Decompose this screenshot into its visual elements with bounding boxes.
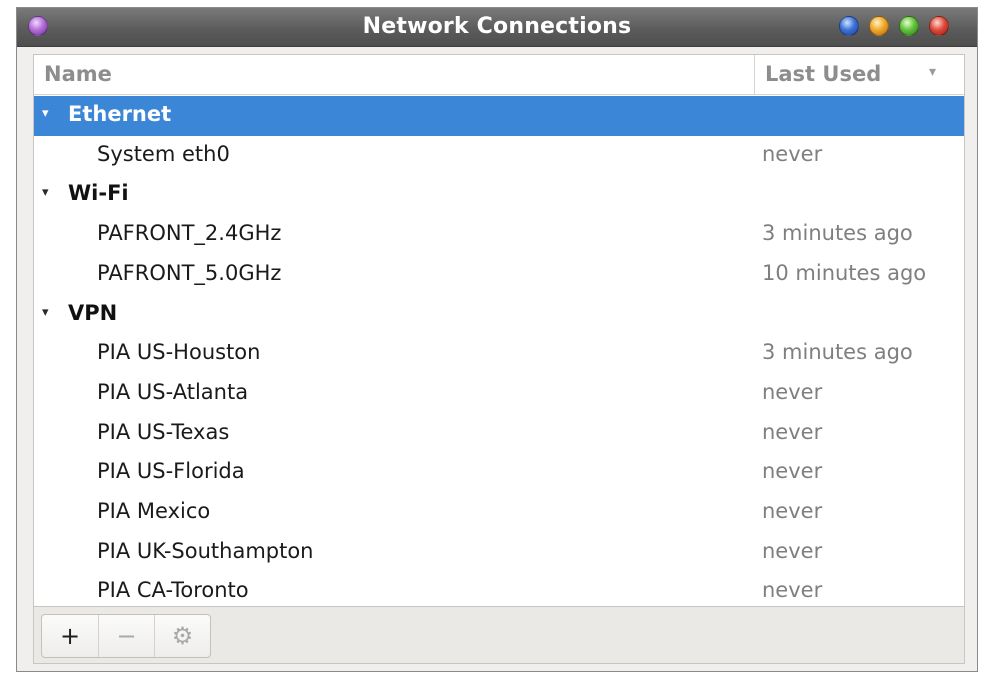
connection-name: PIA UK-Southampton xyxy=(97,538,314,563)
close-icon[interactable] xyxy=(929,16,949,36)
network-connections-window: Network Connections Name Last Used ▾ ▾ Et… xyxy=(16,7,978,672)
connection-name: PAFRONT_5.0GHz xyxy=(97,260,282,285)
expander-arrow-icon[interactable]: ▾ xyxy=(42,185,49,200)
expander-arrow-icon[interactable]: ▾ xyxy=(42,305,49,320)
connection-last-used: 3 minutes ago xyxy=(762,221,913,246)
connection-row[interactable]: PAFRONT_2.4GHz 3 minutes ago xyxy=(34,215,964,255)
minimize-icon[interactable] xyxy=(839,16,859,36)
connection-last-used: never xyxy=(762,419,823,444)
connection-row[interactable]: PIA Mexico never xyxy=(34,493,964,533)
connection-name: PIA US-Texas xyxy=(97,419,230,444)
connection-row[interactable]: PAFRONT_5.0GHz 10 minutes ago xyxy=(34,255,964,295)
connection-name: PAFRONT_2.4GHz xyxy=(97,221,282,246)
connection-row[interactable]: PIA US-Houston 3 minutes ago xyxy=(34,334,964,374)
connection-row[interactable]: PIA CA-Toronto never xyxy=(34,572,964,606)
group-label: Ethernet xyxy=(68,102,172,126)
connection-row[interactable]: PIA UK-Southampton never xyxy=(34,533,964,573)
group-row-wi-fi[interactable]: ▾ Wi-Fi xyxy=(34,175,964,215)
connection-name: System eth0 xyxy=(97,141,230,166)
sort-arrow-icon[interactable]: ▾ xyxy=(929,64,936,80)
connection-name: PIA US-Atlanta xyxy=(97,379,249,404)
connection-row[interactable]: PIA US-Texas never xyxy=(34,414,964,454)
window-title: Network Connections xyxy=(362,14,632,39)
connection-last-used: never xyxy=(762,578,823,603)
connection-last-used: 3 minutes ago xyxy=(762,340,913,365)
connection-name: PIA US-Florida xyxy=(97,459,245,484)
toolbar-button-group: + − ⚙ xyxy=(41,614,211,658)
connection-last-used: never xyxy=(762,379,823,404)
maximize-icon[interactable] xyxy=(899,16,919,36)
column-divider[interactable] xyxy=(754,55,755,94)
connection-row[interactable]: System eth0 never xyxy=(34,136,964,176)
group-row-ethernet[interactable]: ▾ Ethernet xyxy=(34,96,964,136)
group-label: VPN xyxy=(68,300,118,325)
connection-name: PIA Mexico xyxy=(97,499,211,523)
connection-row[interactable]: PIA US-Florida never xyxy=(34,453,964,493)
connection-last-used: never xyxy=(762,538,823,563)
group-row-vpn[interactable]: ▾ VPN xyxy=(34,295,964,335)
title-bar[interactable]: Network Connections xyxy=(17,8,977,47)
edit-connection-gear-icon[interactable]: ⚙ xyxy=(154,615,210,657)
shade-icon[interactable] xyxy=(869,16,889,36)
remove-connection-button[interactable]: − xyxy=(98,615,154,657)
group-label: Wi-Fi xyxy=(68,181,129,206)
list-header: Name Last Used ▾ xyxy=(34,55,964,95)
add-connection-button[interactable]: + xyxy=(42,615,98,657)
connection-name: PIA US-Houston xyxy=(97,340,261,365)
bottom-toolbar: + − ⚙ xyxy=(33,606,965,664)
expander-arrow-icon[interactable]: ▾ xyxy=(42,106,49,121)
connection-last-used: 10 minutes ago xyxy=(762,260,927,285)
column-header-name[interactable]: Name xyxy=(44,62,112,86)
column-header-last-used[interactable]: Last Used xyxy=(765,62,881,86)
connection-last-used: never xyxy=(762,459,823,484)
connection-last-used: never xyxy=(762,141,823,166)
connection-row[interactable]: PIA US-Atlanta never xyxy=(34,374,964,414)
connection-last-used: never xyxy=(762,499,823,523)
connection-name: PIA CA-Toronto xyxy=(97,578,249,603)
connections-list[interactable]: Name Last Used ▾ ▾ Ethernet System eth0 nev… xyxy=(33,54,965,606)
